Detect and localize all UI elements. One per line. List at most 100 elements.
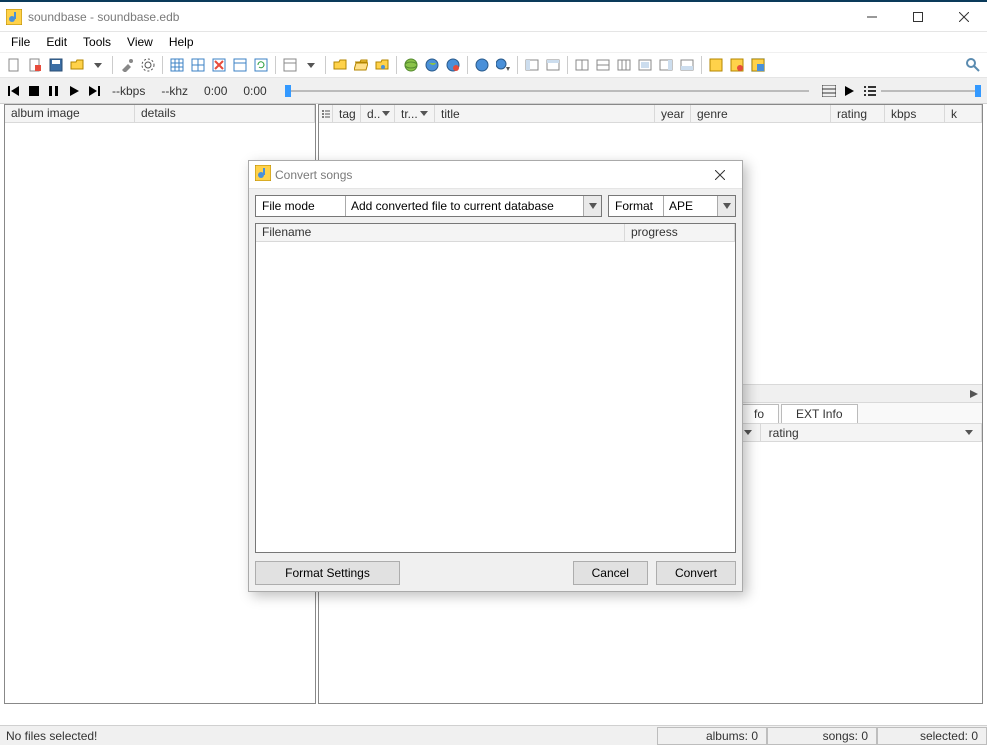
col-track[interactable]: tr...: [395, 105, 435, 122]
globe1-icon[interactable]: [401, 55, 421, 75]
scroll-right-icon[interactable]: [966, 386, 982, 402]
file-mode-value: Add converted file to current database: [346, 196, 583, 216]
status-message: No files selected!: [0, 727, 657, 745]
cancel-button[interactable]: Cancel: [573, 561, 648, 585]
subcol-rating[interactable]: rating: [761, 424, 982, 441]
file-list: Filename progress: [255, 223, 736, 553]
col-progress[interactable]: progress: [625, 224, 735, 241]
total-label: 0:00: [237, 84, 272, 98]
folder-open-icon[interactable]: [351, 55, 371, 75]
volume-slider[interactable]: [881, 84, 981, 98]
tab-info[interactable]: fo: [739, 404, 779, 423]
window-buttons: [849, 2, 987, 32]
col-khz[interactable]: k: [945, 105, 982, 122]
save-icon[interactable]: [46, 55, 66, 75]
app1-icon[interactable]: [706, 55, 726, 75]
dialog-icon: [255, 165, 271, 184]
new-icon[interactable]: [4, 55, 24, 75]
stop-button[interactable]: [26, 83, 42, 99]
next-button[interactable]: [86, 83, 102, 99]
tools-icon[interactable]: [117, 55, 137, 75]
menu-tools[interactable]: Tools: [76, 33, 118, 51]
col-rating[interactable]: rating: [831, 105, 885, 122]
col-details[interactable]: details: [135, 105, 315, 122]
convert-button[interactable]: Convert: [656, 561, 736, 585]
dialog-titlebar: Convert songs: [249, 161, 742, 189]
close-button[interactable]: [941, 2, 987, 32]
col-kbps[interactable]: kbps: [885, 105, 945, 122]
table-dropdown-icon[interactable]: [301, 55, 321, 75]
chevron-down-icon[interactable]: [583, 196, 601, 216]
layout2-icon[interactable]: [593, 55, 613, 75]
globe2-icon[interactable]: [422, 55, 442, 75]
chevron-down-icon: [965, 430, 973, 435]
toolbar-separator: [567, 56, 568, 74]
menu-help[interactable]: Help: [162, 33, 201, 51]
tab-ext-info[interactable]: EXT Info: [781, 404, 857, 423]
status-albums: albums: 0: [657, 727, 767, 745]
new-db-icon[interactable]: [25, 55, 45, 75]
play-button[interactable]: [66, 83, 82, 99]
settings-icon[interactable]: [138, 55, 158, 75]
grid2-icon[interactable]: [188, 55, 208, 75]
folder-music-icon[interactable]: [372, 55, 392, 75]
col-genre[interactable]: genre: [691, 105, 831, 122]
layout3-icon[interactable]: [614, 55, 634, 75]
open-icon[interactable]: [67, 55, 87, 75]
col-select-icon[interactable]: [319, 105, 333, 122]
col-year[interactable]: year: [655, 105, 691, 122]
minimize-button[interactable]: [849, 2, 895, 32]
menu-edit[interactable]: Edit: [39, 33, 74, 51]
left-pane-header: album image details: [5, 105, 315, 123]
layout5-icon[interactable]: [656, 55, 676, 75]
app-icon: [6, 9, 22, 25]
list-mode-icon[interactable]: [861, 83, 877, 99]
grid-delete-icon[interactable]: [209, 55, 229, 75]
pause-button[interactable]: [46, 83, 62, 99]
dialog-body: File mode Add converted file to current …: [249, 189, 742, 591]
dialog-close-button[interactable]: [700, 162, 740, 188]
khz-label: --khz: [155, 84, 194, 98]
panel1-icon[interactable]: [522, 55, 542, 75]
globe3-icon[interactable]: [443, 55, 463, 75]
grid3-icon[interactable]: [230, 55, 250, 75]
grid1-icon[interactable]: [167, 55, 187, 75]
file-mode-label: File mode: [256, 196, 346, 216]
col-filename[interactable]: Filename: [256, 224, 625, 241]
toolbar-separator: [112, 56, 113, 74]
format-value: APE: [664, 196, 717, 216]
menu-view[interactable]: View: [120, 33, 160, 51]
prev-button[interactable]: [6, 83, 22, 99]
app2-icon[interactable]: [727, 55, 747, 75]
col-album-image[interactable]: album image: [5, 105, 135, 122]
play-mode-icon[interactable]: [841, 83, 857, 99]
col-disc[interactable]: d..: [361, 105, 395, 122]
chevron-down-icon[interactable]: [717, 196, 735, 216]
sort-desc-icon: [382, 111, 390, 116]
folder-icon[interactable]: [330, 55, 350, 75]
convert-dialog: Convert songs File mode Add converted fi…: [248, 160, 743, 592]
menu-file[interactable]: File: [4, 33, 37, 51]
toolbar-separator: [517, 56, 518, 74]
maximize-button[interactable]: [895, 2, 941, 32]
playlist-view-icon[interactable]: [821, 83, 837, 99]
col-tag[interactable]: tag: [333, 105, 361, 122]
open-dropdown-icon[interactable]: [88, 55, 108, 75]
status-songs: songs: 0: [767, 727, 877, 745]
format-settings-button[interactable]: Format Settings: [255, 561, 400, 585]
layout6-icon[interactable]: [677, 55, 697, 75]
panel2-icon[interactable]: [543, 55, 563, 75]
grid-refresh-icon[interactable]: [251, 55, 271, 75]
web-icon[interactable]: [472, 55, 492, 75]
layout4-icon[interactable]: [635, 55, 655, 75]
search-icon[interactable]: [963, 55, 983, 75]
file-mode-select[interactable]: File mode Add converted file to current …: [255, 195, 602, 217]
layout1-icon[interactable]: [572, 55, 592, 75]
format-select[interactable]: Format APE: [608, 195, 736, 217]
seek-slider[interactable]: [285, 84, 809, 98]
table-icon[interactable]: [280, 55, 300, 75]
toolbar-separator: [467, 56, 468, 74]
col-title[interactable]: title: [435, 105, 655, 122]
web-dropdown-icon[interactable]: [493, 55, 513, 75]
app3-icon[interactable]: [748, 55, 768, 75]
